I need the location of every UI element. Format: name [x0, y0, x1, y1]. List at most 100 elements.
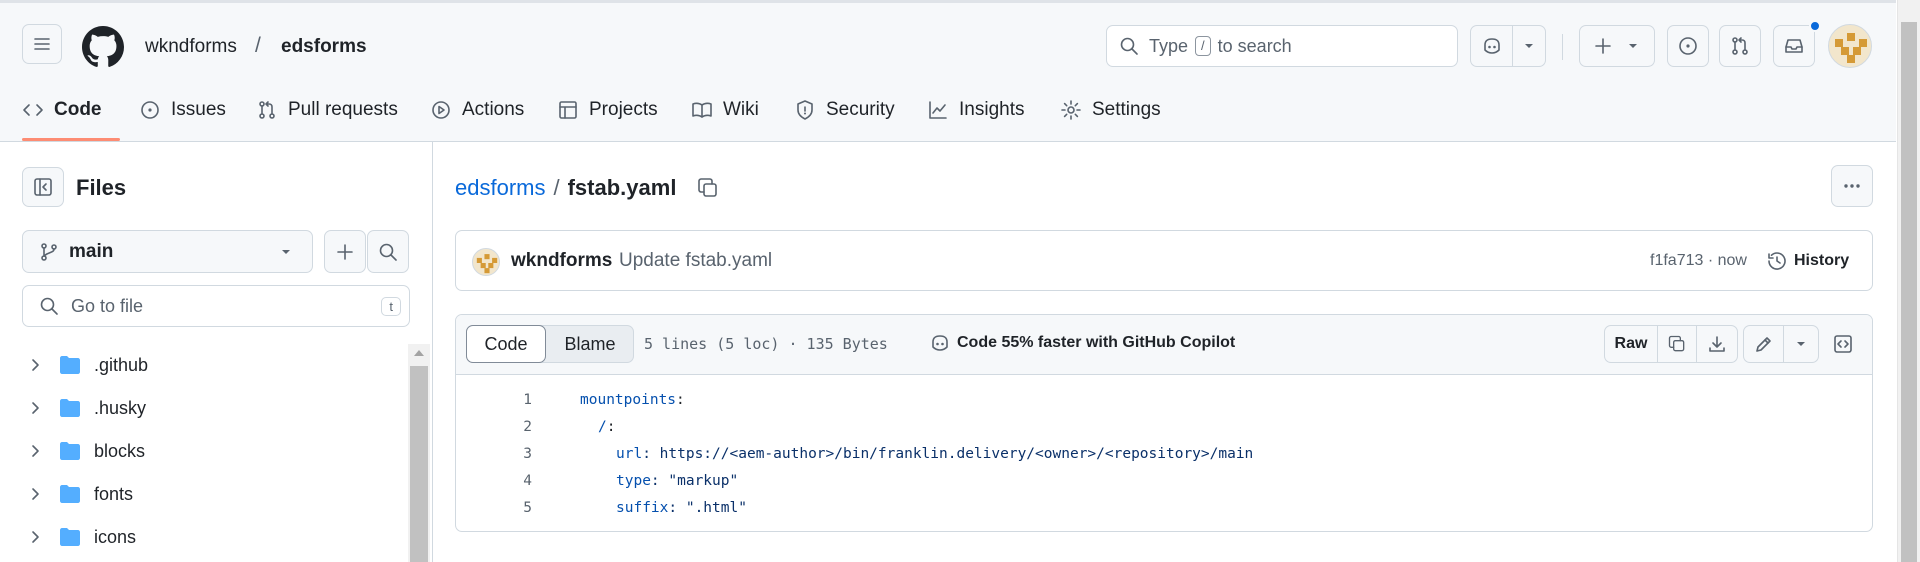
sidebar-title: Files — [76, 175, 127, 200]
search-placeholder-suffix: to search — [1217, 35, 1292, 56]
line-number[interactable]: 1 — [500, 392, 532, 408]
github-logo[interactable] — [82, 26, 124, 68]
triangle-down-icon — [1525, 44, 1533, 48]
book-icon — [692, 102, 712, 118]
file-name: fstab.yaml — [567, 175, 677, 200]
pencil-icon — [1755, 337, 1771, 352]
breadcrumb-separator: / — [553, 175, 560, 200]
plus-icon — [337, 243, 353, 260]
plus-icon — [1595, 38, 1611, 54]
chevron-right-icon — [32, 359, 39, 371]
tab-settings[interactable]: Settings — [1060, 90, 1161, 130]
gear-icon — [1061, 100, 1081, 120]
go-to-file-input[interactable]: Go to file t — [22, 285, 410, 327]
yaml-value: : https://<aem-author>/bin/franklin.deli… — [642, 446, 1254, 462]
commit-author[interactable]: wkndforms — [511, 250, 612, 272]
page-scrollbar-thumb[interactable] — [1901, 22, 1917, 562]
tab-label: Projects — [589, 99, 658, 120]
line-number[interactable]: 2 — [500, 419, 532, 435]
search-code-button[interactable] — [367, 230, 409, 273]
issue-opened-icon — [1679, 37, 1697, 55]
pull-requests-button[interactable] — [1719, 25, 1761, 67]
tree-item-folder[interactable]: fonts — [22, 474, 133, 514]
commit-message[interactable]: Update fstab.yaml — [619, 250, 772, 272]
code-tab-button[interactable]: Code — [466, 325, 546, 363]
branch-selector[interactable]: main — [22, 230, 313, 273]
copilot-promo-link[interactable]: Code 55% faster with GitHub Copilot — [929, 332, 1235, 354]
search-shortcut-key: / — [1195, 36, 1211, 56]
tree-item-folder[interactable]: blocks — [22, 431, 145, 471]
search-placeholder-prefix: Type — [1149, 35, 1189, 56]
inbox-button[interactable] — [1773, 25, 1815, 67]
edit-file-button[interactable] — [1744, 326, 1784, 362]
owner-link[interactable]: wkndforms — [145, 36, 237, 58]
tree-item-folder[interactable]: .husky — [22, 388, 146, 428]
symbols-panel-button[interactable] — [1824, 325, 1862, 363]
raw-label: Raw — [1614, 335, 1648, 352]
line-number[interactable]: 3 — [500, 446, 532, 462]
tree-item-folder[interactable]: .github — [22, 345, 148, 385]
line-number[interactable]: 5 — [500, 500, 532, 516]
scrollbar-thumb[interactable] — [410, 366, 428, 562]
tab-actions[interactable]: Actions — [430, 90, 524, 130]
edit-button-group — [1743, 325, 1819, 363]
search-input[interactable]: Type / to search — [1106, 25, 1458, 67]
search-icon — [40, 297, 58, 315]
kebab-horizontal-icon — [1844, 184, 1860, 188]
tab-security[interactable]: Security — [794, 90, 895, 130]
yaml-value: : — [606, 419, 616, 435]
folder-icon — [60, 442, 80, 460]
tab-label: Code — [54, 99, 102, 120]
add-file-button[interactable] — [324, 230, 366, 273]
create-new-button[interactable] — [1579, 25, 1655, 67]
raw-button[interactable]: Raw — [1605, 326, 1658, 362]
identicon-icon — [1835, 33, 1867, 63]
tab-code[interactable]: Code — [22, 90, 102, 130]
copy-icon — [1668, 335, 1685, 352]
avatar[interactable] — [1828, 24, 1872, 68]
header-divider — [1562, 34, 1563, 60]
history-label: History — [1794, 252, 1850, 269]
commit-sha-time[interactable]: f1fa713 · now — [1650, 252, 1747, 270]
tab-label: Issues — [171, 99, 226, 120]
history-button[interactable]: History — [1766, 247, 1849, 275]
copilot-dropdown-button[interactable] — [1513, 26, 1545, 66]
folder-icon — [60, 356, 80, 374]
scroll-up-arrow-icon — [414, 350, 424, 356]
sidebar-divider — [432, 142, 433, 562]
tree-item-folder[interactable]: icons — [22, 517, 136, 557]
inbox-icon — [1785, 39, 1803, 53]
edit-dropdown-button[interactable] — [1784, 326, 1818, 362]
yaml-key: suffix — [616, 500, 669, 516]
copilot-button[interactable] — [1471, 26, 1513, 66]
blame-tab-button[interactable]: Blame — [547, 326, 633, 362]
breadcrumb-separator: / — [255, 34, 261, 57]
breadcrumb-repo-link[interactable]: edsforms — [455, 175, 545, 201]
tab-wiki[interactable]: Wiki — [691, 90, 759, 130]
sidebar-scrollbar[interactable] — [408, 344, 430, 562]
tab-insights[interactable]: Insights — [927, 90, 1024, 130]
download-icon — [1709, 336, 1725, 352]
shield-icon — [797, 100, 813, 120]
download-button[interactable] — [1697, 326, 1737, 362]
more-options-button[interactable] — [1831, 165, 1873, 207]
copy-path-button[interactable] — [696, 176, 720, 200]
tab-issues[interactable]: Issues — [139, 90, 226, 130]
collapse-sidebar-button[interactable] — [22, 167, 64, 207]
tree-item-label: blocks — [94, 440, 146, 461]
menu-button[interactable] — [22, 24, 62, 64]
tab-projects[interactable]: Projects — [557, 90, 658, 130]
repo-link[interactable]: edsforms — [281, 36, 367, 58]
page-scrollbar[interactable] — [1897, 0, 1920, 562]
commit-author-avatar[interactable] — [472, 248, 500, 276]
tab-label: Wiki — [723, 99, 759, 120]
sidebar-collapse-icon — [34, 178, 52, 196]
tab-pull-requests[interactable]: Pull requests — [256, 90, 398, 130]
folder-icon — [60, 485, 80, 503]
yaml-value: : "markup" — [650, 473, 739, 489]
issues-button[interactable] — [1667, 25, 1709, 67]
line-number[interactable]: 4 — [500, 473, 532, 489]
tab-label: Insights — [959, 99, 1025, 120]
copy-raw-button[interactable] — [1658, 326, 1697, 362]
tab-label: Actions — [462, 99, 525, 120]
